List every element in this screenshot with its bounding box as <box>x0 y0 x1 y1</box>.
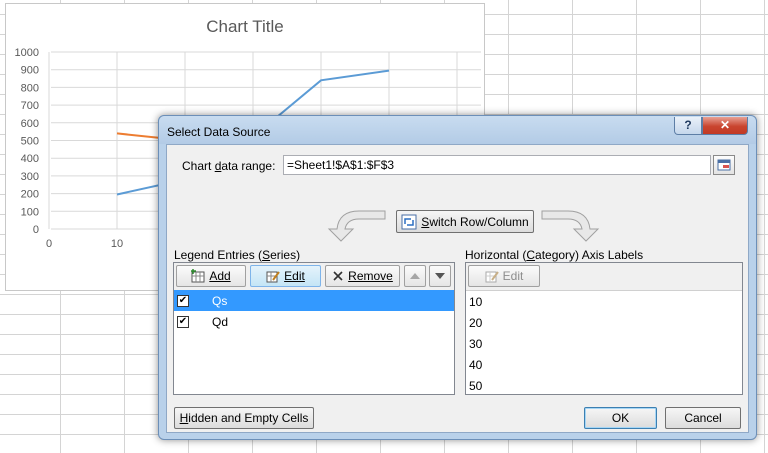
range-collapse-button[interactable] <box>713 155 735 175</box>
category-item[interactable]: 30 <box>469 337 482 351</box>
triangle-down-icon <box>435 273 445 279</box>
axis-toolbar: Edit <box>466 263 742 291</box>
x-tick-label: 10 <box>111 238 123 250</box>
y-tick-label: 0 <box>33 224 39 236</box>
chart-data-range-input[interactable]: =Sheet1!$A$1:$F$3 <box>283 155 711 175</box>
y-tick-label: 200 <box>21 189 39 201</box>
edit-series-button[interactable]: Edit <box>250 265 321 287</box>
dialog-title: Select Data Source <box>167 125 271 139</box>
legend-entries-panel: Add Edit Remove ✔ Qs ✔ Qd <box>173 262 455 395</box>
help-button[interactable]: ? <box>674 117 702 135</box>
y-tick-label: 100 <box>21 206 39 218</box>
close-button[interactable]: ✕ <box>702 117 748 135</box>
cancel-button[interactable]: Cancel <box>665 407 741 429</box>
axis-labels-label: Horizontal (Category) Axis Labels <box>465 248 644 262</box>
y-tick-label: 400 <box>21 153 39 165</box>
triangle-up-icon <box>410 273 420 279</box>
left-curved-arrow-icon <box>327 210 386 242</box>
series-checkbox-qd[interactable]: ✔ <box>177 315 189 328</box>
series-toolbar: Add Edit Remove <box>174 263 454 291</box>
y-tick-label: 700 <box>21 100 39 112</box>
range-select-icon <box>717 159 731 171</box>
chart-data-range-label: Chart data range: <box>182 159 276 173</box>
category-item[interactable]: 50 <box>469 379 482 393</box>
category-item[interactable]: 40 <box>469 358 482 372</box>
series-row-qd[interactable]: ✔ Qd <box>174 311 454 332</box>
edit-table-icon <box>266 271 280 283</box>
category-item[interactable]: 10 <box>469 295 482 309</box>
hidden-empty-cells-button[interactable]: Hidden and Empty Cells <box>174 407 314 429</box>
ok-button[interactable]: OK <box>584 407 657 429</box>
switch-icon <box>401 214 417 229</box>
axis-labels-panel: Edit 10 20 30 40 50 <box>465 262 743 395</box>
switch-row-column-button[interactable]: Switch Row/Column <box>396 210 534 233</box>
series-checkbox-qs[interactable]: ✔ <box>177 294 189 307</box>
move-up-button[interactable] <box>404 265 426 287</box>
y-tick-label: 300 <box>21 171 39 183</box>
select-data-source-dialog: Select Data Source ? ✕ Chart data range:… <box>158 115 757 440</box>
series-name-qd: Qd <box>212 314 229 329</box>
add-series-button[interactable]: Add <box>176 265 246 287</box>
category-item[interactable]: 20 <box>469 316 482 330</box>
series-row-qs[interactable]: ✔ Qs <box>174 290 454 311</box>
right-curved-arrow-icon <box>541 210 600 242</box>
dialog-title-bar[interactable]: Select Data Source ? ✕ <box>159 116 756 144</box>
x-tick-label: 0 <box>46 238 52 250</box>
y-tick-label: 1000 <box>15 47 39 59</box>
edit-table-icon <box>485 271 499 283</box>
y-tick-label: 900 <box>21 65 39 77</box>
legend-entries-label: Legend Entries (Series) <box>174 248 301 262</box>
y-tick-label: 500 <box>21 136 39 148</box>
y-tick-label: 800 <box>21 82 39 94</box>
remove-x-icon <box>333 271 343 281</box>
edit-axis-labels-button[interactable]: Edit <box>468 265 540 287</box>
remove-series-button[interactable]: Remove <box>325 265 400 287</box>
dialog-body: Chart data range: =Sheet1!$A$1:$F$3 Swit… <box>166 144 749 433</box>
move-down-button[interactable] <box>429 265 451 287</box>
y-tick-label: 600 <box>21 118 39 130</box>
series-name-qs: Qs <box>212 293 228 308</box>
add-table-icon <box>191 269 205 283</box>
